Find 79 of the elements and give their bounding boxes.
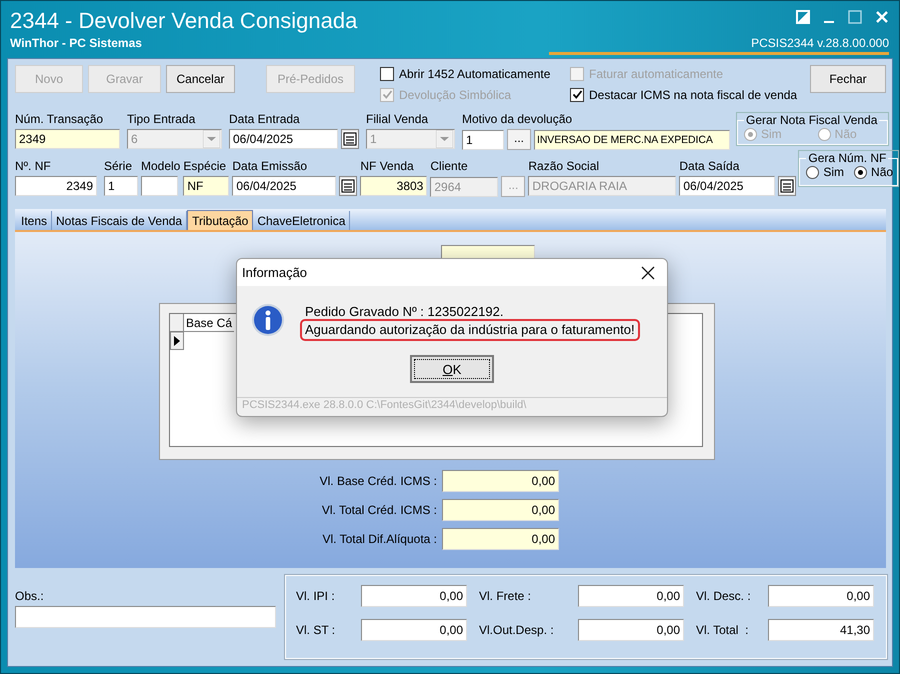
- input-field[interactable]: 1: [462, 130, 504, 150]
- tab[interactable]: ChaveEletronica: [253, 211, 350, 230]
- radio-option[interactable]: Não: [854, 165, 894, 179]
- input-field[interactable]: 0,00: [442, 470, 559, 492]
- input-field[interactable]: 0,00: [361, 619, 467, 641]
- toolbar-button[interactable]: Cancelar: [166, 65, 235, 93]
- input-field[interactable]: 0,00: [442, 528, 559, 550]
- input-field[interactable]: 0,00: [442, 499, 559, 521]
- checkbox-label: Destacar ICMS na nota fiscal de venda: [589, 88, 798, 102]
- version-label: PCSIS2344 v.28.8.00.000: [751, 36, 889, 50]
- field-label: Data Entrada: [229, 112, 301, 127]
- input-field[interactable]: 2349: [15, 176, 97, 196]
- field-label: Vl. Frete :: [479, 589, 532, 603]
- field-label: Tipo Entrada: [127, 112, 196, 127]
- calendar-icon[interactable]: [339, 176, 358, 196]
- field-label: Vl. Total Dif.Alíquota :: [321, 532, 438, 546]
- close-button[interactable]: Fechar: [810, 65, 886, 93]
- field-label: Data Saída: [679, 159, 740, 174]
- input-field[interactable]: [15, 606, 276, 628]
- field-label: NF Venda: [360, 159, 415, 174]
- description-field[interactable]: INVERSAO DE MERC.NA EXPEDICA: [534, 130, 730, 150]
- calendar-icon[interactable]: [341, 129, 359, 149]
- field-label: Vl. IPI :: [296, 589, 335, 603]
- field-label: Razão Social: [528, 159, 600, 174]
- input-field[interactable]: 3803: [360, 176, 428, 196]
- grid-corner: [170, 314, 184, 332]
- field-label: Vl. ST :: [296, 623, 336, 637]
- row-pointer-icon: [170, 332, 184, 350]
- column-header[interactable]: Base Cá: [184, 314, 234, 332]
- field-label: Vl. Total Créd. ICMS :: [320, 503, 438, 517]
- field-label: Data Emissão: [232, 159, 308, 174]
- checkbox-label: Devolução Simbólica: [399, 88, 512, 102]
- input-field[interactable]: [141, 176, 178, 196]
- lookup-button[interactable]: ...: [507, 129, 531, 150]
- field-label: Núm. Transação: [15, 112, 104, 127]
- field-label: Espécie: [183, 159, 228, 174]
- info-icon: [251, 303, 285, 337]
- input-field[interactable]: 41,30: [768, 619, 874, 641]
- window-subtitle: WinThor - PC Sistemas: [10, 36, 143, 50]
- dialog-footer: PCSIS2344.exe 28.8.0.0 C:\FontesGit\2344\develop\build\: [242, 399, 526, 411]
- input-field[interactable]: 0,00: [361, 585, 467, 607]
- input-field[interactable]: 1: [104, 176, 138, 196]
- radio-option[interactable]: Sim: [806, 165, 844, 179]
- field-label: Vl. Base Créd. ICMS :: [318, 474, 438, 488]
- dialog-title: Informação: [242, 265, 308, 280]
- field-label: Filial Venda: [366, 112, 430, 127]
- group-title: Gera Núm. NF: [807, 151, 888, 165]
- field-label: Vl. Total :: [696, 623, 748, 637]
- field-label: Obs.:: [15, 589, 45, 604]
- field-label: Vl.Out.Desp. :: [479, 623, 554, 637]
- date-field[interactable]: 06/04/2025: [232, 176, 336, 196]
- checkbox-label: Faturar automaticamente: [589, 66, 724, 80]
- checkbox-label: Abrir 1452 Automaticamente: [399, 66, 550, 80]
- field-label: Cliente: [430, 159, 469, 174]
- checkbox[interactable]: [570, 88, 584, 102]
- input-field[interactable]: NF: [183, 176, 230, 196]
- tab[interactable]: Tributação: [187, 210, 254, 230]
- input-field[interactable]: 0,00: [768, 585, 874, 607]
- group-title: Gerar Nota Fiscal Venda: [745, 113, 878, 127]
- input-field[interactable]: 2349: [15, 129, 120, 149]
- input-field[interactable]: 0,00: [578, 585, 684, 607]
- field-label: Modelo: [141, 159, 180, 174]
- input-field[interactable]: 0,00: [578, 619, 684, 641]
- checkbox[interactable]: [380, 66, 394, 80]
- message-text: Pedido Gravado Nº : 1235022192.: [304, 304, 504, 320]
- maximize-icon[interactable]: [848, 10, 862, 24]
- calendar-icon[interactable]: [778, 176, 796, 196]
- restore-icon[interactable]: [796, 10, 810, 24]
- window-title: 2344 - Devolver Venda Consignada: [10, 9, 358, 33]
- tab[interactable]: Itens: [17, 211, 52, 230]
- field-label: Série: [104, 159, 134, 174]
- field-label: Motivo da devolução: [462, 112, 574, 127]
- field-label: Vl. Desc. :: [696, 589, 751, 603]
- close-icon[interactable]: [641, 266, 655, 280]
- message-text: Aguardando autorização da indústria para o faturamento!: [303, 322, 637, 338]
- date-field[interactable]: 06/04/2025: [229, 129, 338, 149]
- ok-button[interactable]: OK: [410, 355, 494, 383]
- field-label: Nº. NF: [15, 159, 52, 174]
- date-field[interactable]: 06/04/2025: [679, 176, 776, 196]
